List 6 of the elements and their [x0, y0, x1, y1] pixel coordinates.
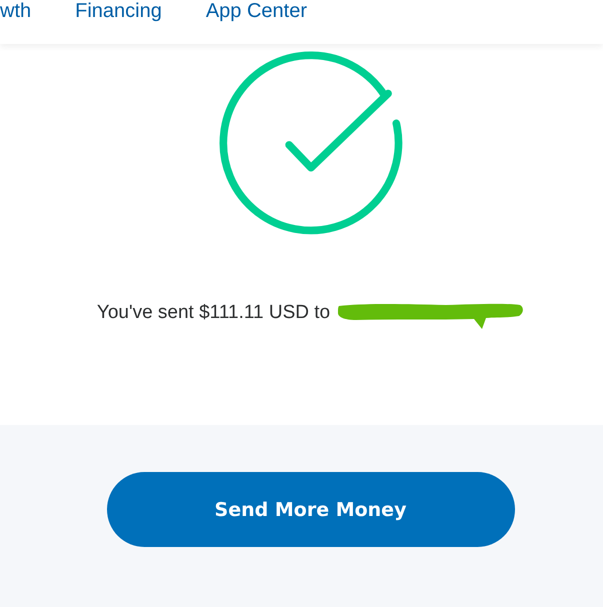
nav-link[interactable]: App Center [206, 0, 308, 22]
scribble-icon [336, 302, 524, 330]
send-more-money-button[interactable]: Send More Money [106, 472, 514, 547]
confirmation-message: You've sent $111.11 USD to [96, 301, 330, 325]
nav-link[interactable]: Financing [75, 0, 162, 22]
nav-link[interactable]: wth [0, 0, 32, 22]
